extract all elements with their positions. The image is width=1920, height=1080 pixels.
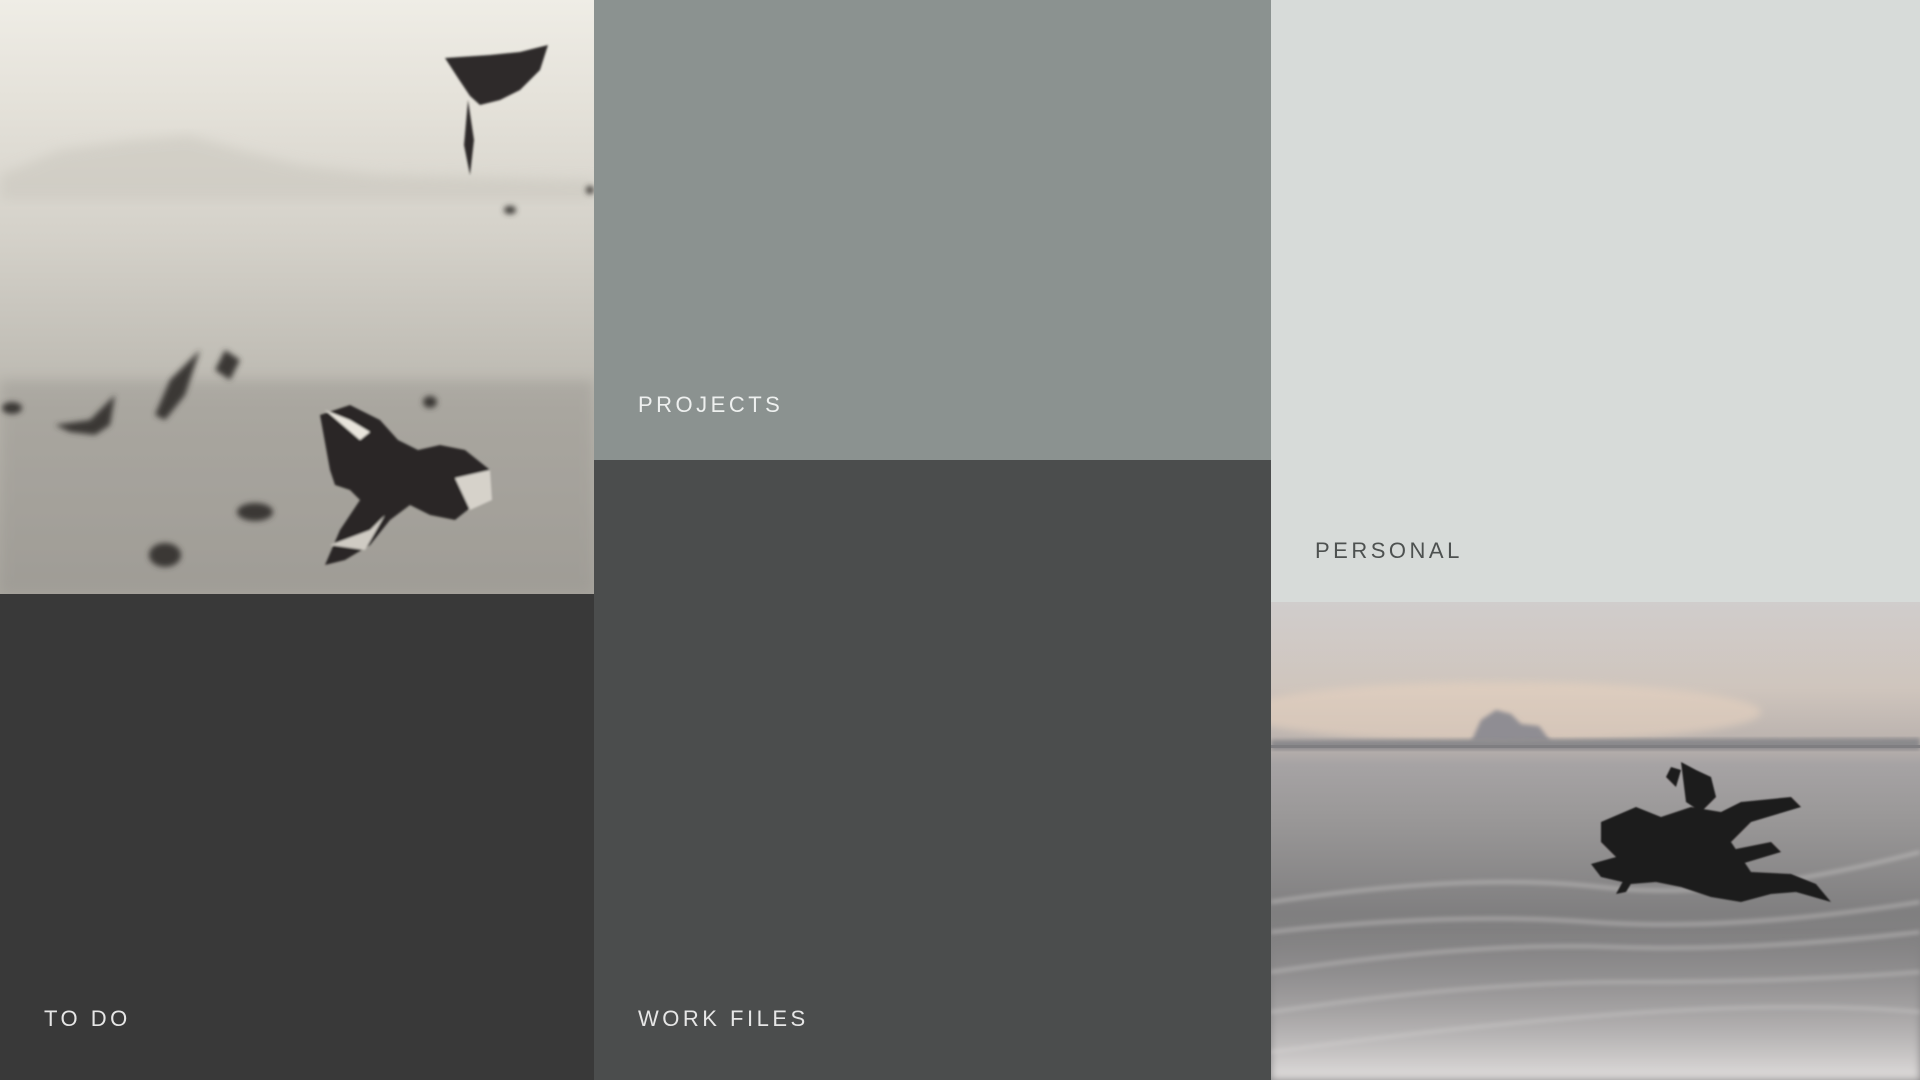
folder-tile-personal[interactable]: PERSONAL [1271,0,1920,602]
tile-label-work-files: WORK FILES [638,1006,809,1031]
driftwood-photo-image [1271,682,1920,1080]
folder-tile-todo[interactable]: TO DO [0,594,594,1080]
tile-label-personal: PERSONAL [1315,538,1463,563]
seagulls-photo-image [0,45,594,594]
seagulls-photo-tile [0,0,594,594]
tile-label-todo: TO DO [44,1006,131,1031]
folder-tile-projects[interactable]: PROJECTS [594,0,1271,460]
driftwood-photo-tile [1271,602,1920,1080]
tile-label-projects: PROJECTS [638,392,784,417]
desktop-tile-grid: TO DO PROJECTS WORK FILES PERSONAL [0,0,1920,1080]
folder-tile-work-files[interactable]: WORK FILES [594,460,1271,1080]
